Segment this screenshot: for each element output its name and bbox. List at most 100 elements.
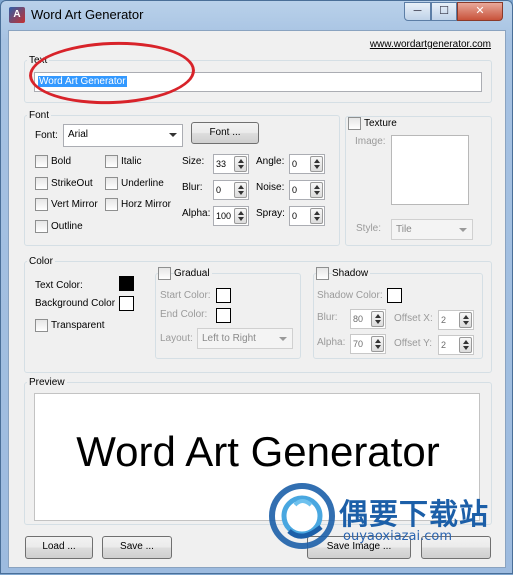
spray-label: Spray: [256, 208, 285, 219]
angle-value: 0 [292, 159, 298, 169]
texture-image-box[interactable] [391, 135, 469, 205]
gradual-checkbox[interactable] [158, 267, 171, 280]
noise-spinner[interactable]: 0 [289, 180, 325, 200]
offset-y-label: Offset Y: [394, 338, 432, 349]
vert-mirror-label: Vert Mirror [51, 199, 98, 210]
app-icon: A [9, 7, 25, 23]
shadow-color-label: Shadow Color: [317, 290, 383, 301]
transparent-label: Transparent [51, 320, 105, 331]
italic-checkbox[interactable] [105, 155, 118, 168]
noise-spin-arrows[interactable] [310, 182, 323, 198]
spray-spinner[interactable]: 0 [289, 206, 325, 226]
offset-x-spinner[interactable]: 2 [438, 310, 474, 330]
layout-select[interactable]: Left to Right [197, 328, 293, 349]
strikeout-checkbox[interactable] [35, 177, 48, 190]
noise-label: Noise: [256, 182, 285, 193]
website-link[interactable]: www.wordartgenerator.com [370, 39, 491, 50]
watermark-logo-icon [269, 483, 335, 549]
size-value: 33 [216, 159, 227, 169]
gradual-label: Gradual [174, 268, 212, 279]
shadow-alpha-spin-arrows[interactable] [371, 336, 384, 352]
alpha-value: 100 [216, 211, 232, 221]
bold-label: Bold [51, 156, 72, 167]
font-select-value: Arial [68, 129, 89, 140]
window-title: Word Art Generator [31, 7, 144, 22]
font-group-legend: Font [29, 110, 50, 121]
shadow-alpha-label: Alpha: [317, 337, 346, 348]
shadow-blur-value: 80 [353, 314, 364, 324]
spray-value: 0 [292, 211, 298, 221]
maximize-button[interactable]: ☐ [431, 2, 457, 21]
texture-style-value: Tile [396, 224, 412, 235]
shadow-blur-spinner[interactable]: 80 [350, 309, 386, 329]
color-group-legend: Color [29, 256, 53, 267]
font-button[interactable]: Font ... [191, 122, 259, 144]
outline-label: Outline [51, 221, 83, 232]
layout-label: Layout: [160, 333, 193, 344]
end-color-swatch[interactable] [216, 308, 231, 323]
minimize-button[interactable]: ─ [404, 2, 431, 21]
spray-spin-arrows[interactable] [310, 208, 323, 224]
offset-y-spin-arrows[interactable] [459, 337, 472, 353]
start-color-swatch[interactable] [216, 288, 231, 303]
title-bar[interactable]: A Word Art Generator ─ ☐ ✕ [1, 1, 512, 31]
start-color-label: Start Color: [160, 290, 211, 301]
vert-mirror-checkbox[interactable] [35, 198, 48, 211]
alpha-spin-arrows[interactable] [234, 208, 247, 224]
strikeout-label: StrikeOut [51, 178, 93, 189]
font-label: Font: [35, 130, 58, 141]
close-button[interactable]: ✕ [457, 2, 503, 21]
texture-label: Texture [364, 118, 399, 129]
alpha-spinner[interactable]: 100 [213, 206, 249, 226]
shadow-blur-spin-arrows[interactable] [371, 311, 384, 327]
angle-spin-arrows[interactable] [310, 156, 323, 172]
alpha-label: Alpha: [182, 208, 211, 219]
chevron-down-icon [279, 337, 287, 341]
size-label: Size: [182, 156, 205, 167]
preview-group-legend: Preview [29, 377, 65, 388]
shadow-checkbox[interactable] [316, 267, 329, 280]
background-color-label: Background Color [35, 298, 116, 309]
horz-mirror-checkbox[interactable] [105, 198, 118, 211]
outline-checkbox[interactable] [35, 220, 48, 233]
offset-x-spin-arrows[interactable] [459, 312, 472, 328]
angle-label: Angle: [256, 156, 285, 167]
preview-text: Word Art Generator [76, 428, 440, 475]
text-color-label: Text Color: [35, 280, 83, 291]
watermark-text: 偶要下载站 [339, 497, 490, 531]
app-window: A Word Art Generator ─ ☐ ✕ www.wordartge… [0, 0, 513, 574]
blur-label: Blur: [182, 182, 203, 193]
texture-image-label: Image: [355, 136, 386, 147]
watermark: 偶要下载站 ouyaoxiazai.com [269, 477, 513, 575]
shadow-alpha-spinner[interactable]: 70 [350, 334, 386, 354]
text-color-swatch[interactable] [119, 276, 134, 291]
chevron-down-icon [459, 228, 467, 232]
blur-spin-arrows[interactable] [234, 182, 247, 198]
underline-checkbox[interactable] [105, 177, 118, 190]
chevron-down-icon [169, 133, 177, 137]
save-button[interactable]: Save ... [102, 536, 172, 559]
offset-x-value: 2 [441, 315, 447, 325]
size-spinner[interactable]: 33 [213, 154, 249, 174]
shadow-label: Shadow [332, 268, 371, 279]
bold-checkbox[interactable] [35, 155, 48, 168]
shadow-color-swatch[interactable] [387, 288, 402, 303]
offset-y-value: 2 [441, 340, 447, 350]
italic-label: Italic [121, 156, 142, 167]
layout-value: Left to Right [202, 333, 256, 344]
noise-value: 0 [292, 185, 298, 195]
size-spin-arrows[interactable] [234, 156, 247, 172]
end-color-label: End Color: [160, 309, 208, 320]
angle-spinner[interactable]: 0 [289, 154, 325, 174]
background-color-swatch[interactable] [119, 296, 134, 311]
load-button[interactable]: Load ... [25, 536, 93, 559]
font-select[interactable]: Arial [63, 124, 183, 147]
texture-style-select[interactable]: Tile [391, 219, 473, 240]
texture-style-label: Style: [356, 223, 382, 234]
blur-spinner[interactable]: 0 [213, 180, 249, 200]
texture-checkbox[interactable] [348, 117, 361, 130]
shadow-alpha-value: 70 [353, 339, 364, 349]
shadow-blur-label: Blur: [317, 312, 338, 323]
offset-y-spinner[interactable]: 2 [438, 335, 474, 355]
transparent-checkbox[interactable] [35, 319, 48, 332]
